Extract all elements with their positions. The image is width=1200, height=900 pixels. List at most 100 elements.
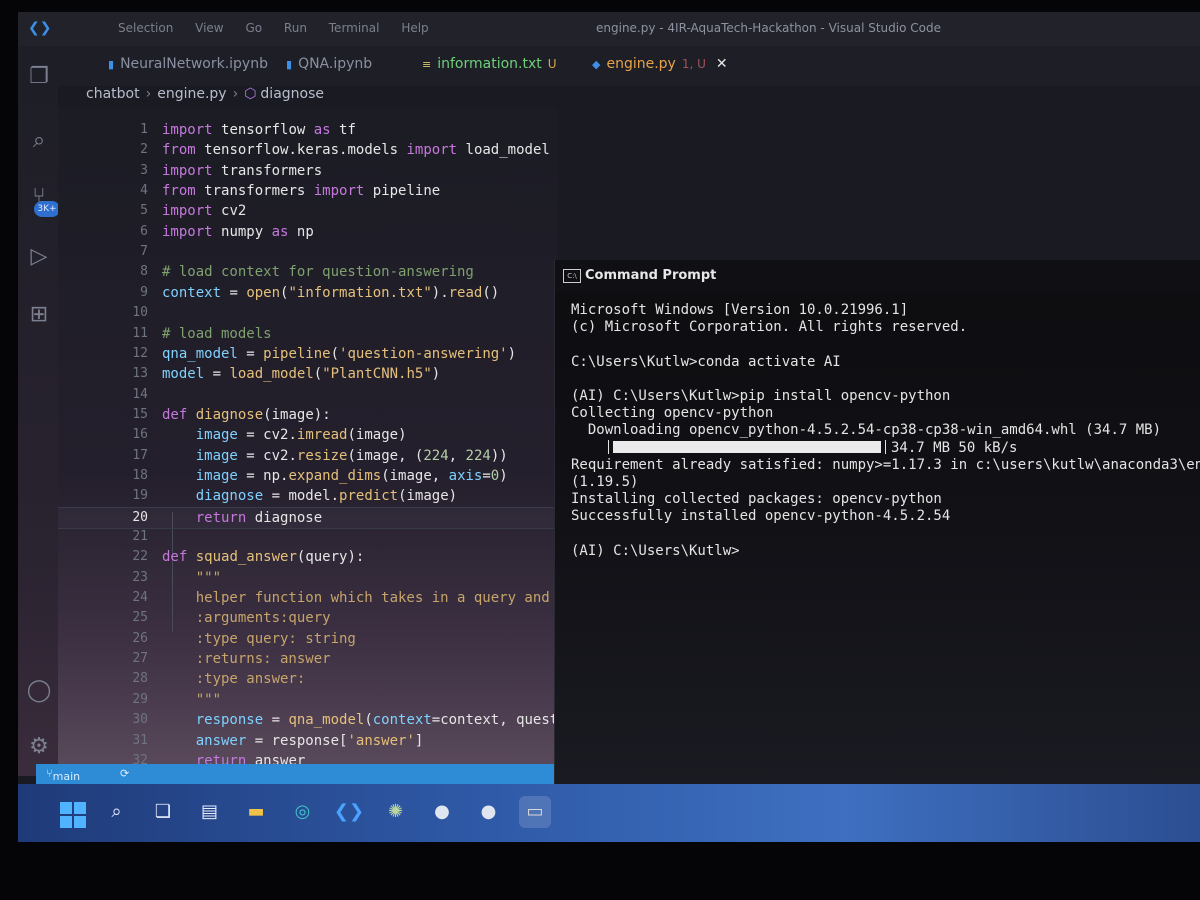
settings-gear-icon[interactable]: ⚙ — [26, 734, 52, 760]
line-number: 31 — [132, 732, 148, 748]
task-view-icon[interactable]: ❏ — [147, 796, 179, 828]
extensions-icon[interactable]: ⊞ — [26, 302, 52, 328]
code-line[interactable]: 3 import transformers — [58, 161, 558, 181]
branch-indicator[interactable]: ⑂ main — [46, 767, 80, 783]
code-line[interactable]: 16 image = cv2.imread(image) — [58, 425, 558, 445]
code-line[interactable]: 1 import tensorflow as tf — [58, 120, 558, 140]
line-number: 6 — [140, 223, 148, 239]
file-explorer-icon[interactable]: ▬ — [240, 796, 272, 828]
code-line[interactable]: 2 from tensorflow.keras.models import loa… — [58, 140, 558, 160]
code-line[interactable]: 14 — [58, 385, 558, 405]
line-number: 28 — [132, 671, 148, 687]
code-line[interactable]: 4 from transformers import pipeline — [58, 181, 558, 201]
code-line[interactable]: 24 helper function which takes in a quer… — [58, 588, 558, 608]
code-line[interactable]: 15 def diagnose(image): — [58, 405, 558, 425]
menu-go[interactable]: Go — [245, 21, 262, 35]
android-icon[interactable]: ✺ — [380, 796, 412, 828]
terminal-line: (AI) C:\Users\Kutlw>pip install opencv-p… — [571, 388, 951, 404]
code-line[interactable]: 5 import cv2 — [58, 201, 558, 221]
breadcrumb-symbol[interactable]: diagnose — [260, 86, 324, 102]
line-number: 24 — [132, 590, 148, 606]
widgets-icon[interactable]: ▤ — [194, 796, 226, 828]
code-text: # load models — [162, 325, 272, 342]
code-text: # load context for question-answering — [162, 264, 474, 281]
windows-start-icon[interactable] — [54, 796, 86, 828]
method-cube-icon: ⬡ — [244, 86, 257, 102]
code-text: import numpy as np — [162, 223, 314, 240]
chevron-right-icon: › — [145, 86, 152, 102]
tab-information[interactable]: ≡ information.txt U — [422, 56, 557, 72]
code-line[interactable]: 9 context = open("information.txt").read(… — [58, 283, 558, 303]
search-icon[interactable]: ⌕ — [101, 796, 133, 828]
code-line[interactable]: 13 model = load_model("PlantCNN.h5") — [58, 364, 558, 384]
code-text: :returns: answer — [162, 651, 331, 668]
line-number: 27 — [132, 651, 148, 667]
code-line[interactable]: 6 import numpy as np — [58, 222, 558, 242]
code-text: :arguments:query — [162, 610, 331, 627]
search-icon[interactable]: ⌕ — [26, 128, 52, 154]
download-progress-text: 34.7 MB 50 kB/s — [891, 440, 1018, 456]
python-icon: ◆ — [592, 58, 601, 71]
tab-qna[interactable]: ▮ QNA.ipynb — [286, 56, 372, 72]
sync-icon[interactable]: ⟳ — [120, 767, 129, 780]
code-line[interactable]: 21 — [58, 527, 558, 547]
command-prompt-window[interactable]: C:\ Command Prompt Microsoft Windows [Ve… — [554, 260, 1200, 790]
code-line[interactable]: 31 answer = response['answer'] — [58, 731, 558, 751]
line-number: 29 — [132, 691, 148, 707]
menu-view[interactable]: View — [195, 21, 223, 35]
code-text: helper function which takes in a query a… — [162, 590, 558, 607]
activity-bar: ❐ ⌕ ⑂ 3K+ ▷ ⊞ ◯ ⚙ — [18, 46, 60, 776]
windows-logo-square — [60, 816, 72, 828]
code-text: model = load_model("PlantCNN.h5") — [162, 366, 441, 383]
code-text: image = cv2.imread(image) — [195, 427, 407, 444]
code-line[interactable]: 11 # load models — [58, 324, 558, 344]
terminal-line: (1.19.5) — [571, 474, 639, 490]
code-text: from tensorflow.keras.models import load… — [162, 142, 550, 159]
account-icon[interactable]: ◯ — [26, 678, 52, 704]
code-line[interactable]: 23 """ — [58, 568, 558, 588]
tab-engine[interactable]: ◆ engine.py 1, U ✕ — [592, 56, 728, 72]
code-line[interactable]: 25 :arguments:query — [58, 608, 558, 628]
code-line[interactable]: 17 image = cv2.resize(image, (224, 224)) — [58, 446, 558, 466]
taskbar: ⌕ ❏ ▤ ▬ ◎ ❮❯ ✺ ● ● ▭ — [18, 784, 1200, 842]
tab-neuralnetwork[interactable]: ▮ NeuralNetwork.ipynb — [108, 56, 268, 72]
close-icon[interactable]: ✕ — [716, 56, 728, 72]
code-line[interactable]: 28 :type answer: — [58, 669, 558, 689]
explorer-icon[interactable]: ❐ — [26, 64, 52, 90]
code-line[interactable]: 20 return diagnose — [58, 506, 558, 529]
app-circle-icon[interactable]: ● — [473, 796, 505, 828]
menu-selection[interactable]: Selection — [118, 21, 173, 35]
line-number: 13 — [132, 366, 148, 382]
line-number: 7 — [140, 244, 148, 260]
code-line[interactable]: 29 """ — [58, 690, 558, 710]
line-number: 30 — [132, 712, 148, 728]
breadcrumb-folder[interactable]: chatbot — [86, 86, 140, 102]
breadcrumb-file[interactable]: engine.py — [157, 86, 226, 102]
code-editor[interactable]: 1 import tensorflow as tf 2 from tensorflow… — [58, 108, 558, 772]
code-text: """ — [162, 569, 222, 586]
line-number: 11 — [132, 325, 148, 341]
menu-terminal[interactable]: Terminal — [329, 21, 380, 35]
code-text: image = np.expand_dims(image, axis=0) — [195, 467, 508, 484]
code-line[interactable]: 8 # load context for question-answering — [58, 262, 558, 282]
command-prompt-title: Command Prompt — [585, 268, 717, 283]
code-line[interactable]: 22 def squad_answer(query): — [58, 547, 558, 567]
run-debug-icon[interactable]: ▷ — [26, 244, 52, 270]
code-text: image = cv2.resize(image, (224, 224)) — [195, 447, 508, 464]
code-line[interactable]: 30 response = qna_model(context=context,… — [58, 710, 558, 730]
edge-browser-icon[interactable]: ◎ — [287, 796, 319, 828]
code-line[interactable]: 7 — [58, 242, 558, 262]
code-line[interactable]: 27 :returns: answer — [58, 649, 558, 669]
menu-help[interactable]: Help — [401, 21, 428, 35]
line-number: 2 — [140, 142, 148, 158]
app-circle-icon[interactable]: ● — [426, 796, 458, 828]
command-prompt-icon[interactable]: ▭ — [519, 796, 551, 828]
line-number: 25 — [132, 610, 148, 626]
menu-run[interactable]: Run — [284, 21, 307, 35]
vscode-icon[interactable]: ❮❯ — [333, 796, 365, 828]
code-line[interactable]: 10 — [58, 303, 558, 323]
code-line[interactable]: 19 diagnose = model.predict(image) — [58, 486, 558, 506]
code-line[interactable]: 12 qna_model = pipeline('question-answeri… — [58, 344, 558, 364]
code-line[interactable]: 18 image = np.expand_dims(image, axis=0) — [58, 466, 558, 486]
code-line[interactable]: 26 :type query: string — [58, 629, 558, 649]
